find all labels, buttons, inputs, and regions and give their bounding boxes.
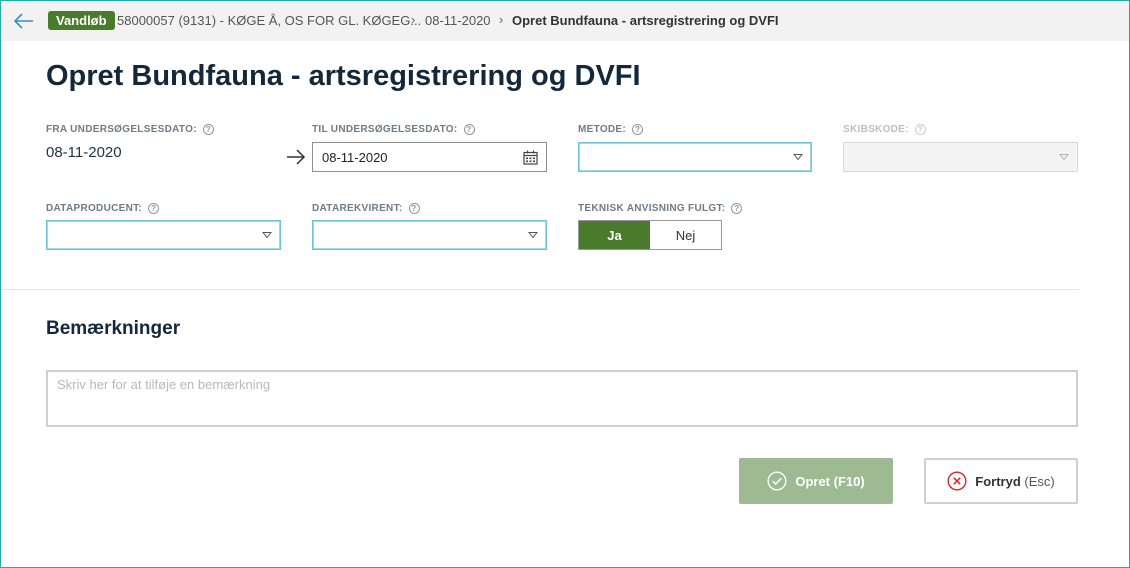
x-circle-icon (947, 471, 967, 491)
dataproducent-label: DATAPRODUCENT: ? (46, 203, 160, 214)
dataproducent-select[interactable] (46, 220, 281, 250)
section-divider (1, 289, 1079, 290)
cancel-button[interactable]: Fortryd (Esc) (924, 458, 1078, 504)
remarks-title: Bemærkninger (46, 318, 181, 339)
fra-dato-value: 08-11-2020 (46, 144, 122, 161)
toggle-option-ja[interactable]: Ja (579, 221, 650, 249)
help-icon[interactable]: ? (632, 124, 644, 135)
arrow-left-icon (14, 13, 33, 29)
back-button[interactable] (11, 9, 37, 33)
help-icon[interactable]: ? (148, 203, 160, 214)
til-dato-label: TIL UNDERSØGELSESDATO: ? (312, 124, 475, 135)
metode-label: METODE: ? (578, 124, 644, 135)
caret-down-icon (793, 154, 803, 161)
caret-down-icon (528, 232, 538, 239)
datarekvirent-select[interactable] (312, 220, 547, 250)
skibskode-select (843, 142, 1078, 172)
help-icon[interactable]: ? (202, 124, 214, 135)
help-icon[interactable]: ? (408, 203, 420, 214)
caret-down-icon (262, 232, 272, 239)
cancel-button-shortcut: (Esc) (1024, 473, 1055, 489)
metode-select[interactable] (578, 142, 812, 172)
datarekvirent-label: DATAREKVIRENT: ? (312, 203, 420, 214)
remarks-input[interactable] (46, 370, 1078, 427)
breadcrumb-separator: › (499, 12, 504, 27)
fra-dato-label: FRA UNDERSØGELSESDATO: ? (46, 124, 214, 135)
page-title: Opret Bundfauna - artsregistrering og DV… (46, 60, 641, 92)
cancel-button-label: Fortryd (975, 473, 1021, 489)
breadcrumb-location[interactable]: 58000057 (9131) - KØGE Å, OS FOR GL. KØG… (117, 13, 421, 28)
breadcrumb-bar: Vandløb 58000057 (9131) - KØGE Å, OS FOR… (1, 1, 1129, 41)
check-circle-icon (767, 471, 787, 491)
create-button[interactable]: Opret (F10) (739, 458, 893, 504)
teknisk-label: TEKNISK ANVISNING FULGT: ? (578, 203, 743, 214)
til-dato-input[interactable]: 08-11-2020 (312, 142, 547, 172)
breadcrumb-date[interactable]: 08-11-2020 (425, 13, 491, 28)
help-icon[interactable]: ? (463, 124, 475, 135)
caret-down-icon (1059, 154, 1069, 161)
breadcrumb-separator: › (411, 12, 416, 27)
help-icon: ? (914, 124, 926, 135)
toggle-option-nej[interactable]: Nej (650, 221, 721, 249)
til-dato-value: 08-11-2020 (322, 149, 388, 165)
help-icon[interactable]: ? (731, 203, 743, 214)
calendar-icon[interactable] (523, 150, 538, 165)
type-badge[interactable]: Vandløb (48, 11, 115, 30)
create-button-label: Opret (F10) (795, 473, 865, 489)
teknisk-toggle: Ja Nej (578, 220, 722, 250)
breadcrumb-current: Opret Bundfauna - artsregistrering og DV… (512, 13, 779, 28)
arrow-right-icon (287, 149, 306, 165)
skibskode-label: SKIBSKODE: ? (843, 124, 926, 135)
